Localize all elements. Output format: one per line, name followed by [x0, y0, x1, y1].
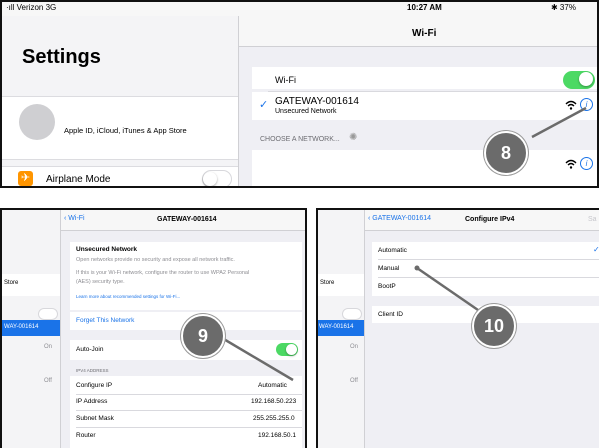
callout-pointer: [414, 265, 479, 312]
configure-ipv4-panel: Store WAY-001614 On Off ‹ GATEWAY-001614…: [316, 208, 599, 448]
step-callout-9: 9: [181, 314, 225, 358]
step-callout-8: 8: [484, 131, 528, 175]
network-details-panel: Store WAY-001614 On Off ‹ Wi-Fi GATEWAY-…: [0, 208, 307, 448]
step-callout-10: 10: [472, 304, 516, 348]
callout-pointer: [221, 336, 294, 382]
wifi-settings-panel: ·ıll Verizon 3G 10:27 AM ✱ 37% Settings …: [0, 0, 599, 188]
